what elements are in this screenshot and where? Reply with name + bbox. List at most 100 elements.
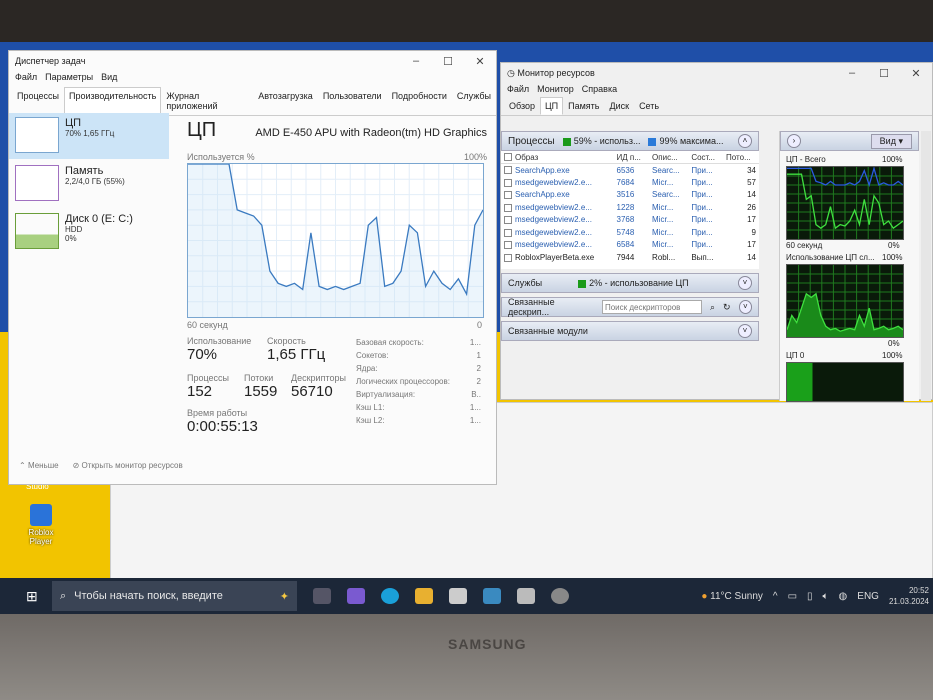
graph-min: 0% [888,339,900,348]
tab-memory[interactable]: Память [563,97,604,115]
tab-app-history[interactable]: Журнал приложений [161,87,253,115]
spec-row: Сокетов: 1 [356,349,481,362]
table-row[interactable]: msedgewebview2.e... 7684 Micr... При... 57 [501,176,759,189]
task-manager-taskbar-icon[interactable] [483,588,501,604]
maximize-button[interactable]: ☐ [868,67,900,80]
tab-network[interactable]: Сеть [634,97,664,115]
tab-overview[interactable]: Обзор [504,97,540,115]
sidebar-item-cpu[interactable]: ЦП 70% 1,65 ГГц [9,113,169,159]
table-row[interactable]: msedgewebview2.e... 6584 Micr... При... 17 [501,239,759,252]
sidebar-item-memory[interactable]: Память 2,2/4,0 ГБ (55%) [9,161,169,207]
processes-panel: Процессы 59% - использ... 99% максима...… [501,131,759,341]
resource-monitor-icon: ◷ [507,67,518,78]
tab-cpu[interactable]: ЦП [540,97,564,115]
column-header[interactable]: Образ [501,151,614,164]
graphs-header: › Вид ▾ [780,131,919,151]
row-checkbox[interactable] [504,191,512,200]
table-cell: 5748 [614,226,650,239]
tab-processes[interactable]: Процессы [12,87,64,115]
roblox-taskbar-icon[interactable] [517,588,535,604]
search-icon[interactable]: ⌕ [710,302,715,313]
globe-icon[interactable]: ◍ [839,591,848,602]
network-icon[interactable]: ▭ [788,591,797,602]
graphs-scrollbar[interactable] [921,131,931,401]
column-header[interactable]: Сост... [688,151,724,164]
footer: ⌃ Меньше ⊘ Открыть монитор ресурсов [19,461,183,470]
sidebar-item-label: Память [65,165,104,177]
menu-view[interactable]: Вид [101,72,117,82]
close-button[interactable]: ✕ [900,67,932,80]
menu-file[interactable]: Файл [507,84,529,94]
menu-help[interactable]: Справка [582,84,617,94]
volume-icon[interactable]: 🔈︎ [823,591,829,602]
open-resource-monitor-link[interactable]: ⊘ Открыть монитор ресурсов [73,461,183,470]
expand-graphs-icon[interactable]: › [787,134,801,148]
battery-icon[interactable]: ▯ [807,591,813,602]
open-resource-monitor-label: Открыть монитор ресурсов [81,461,183,470]
table-row[interactable]: msedgewebview2.e... 3768 Micr... При... 17 [501,214,759,227]
language-indicator[interactable]: ENG [857,591,879,602]
expand-icon[interactable]: ˅ [738,300,752,314]
row-checkbox[interactable] [504,203,512,212]
modules-header[interactable]: Связанные модули ˅ [501,321,759,341]
tab-services[interactable]: Службы [452,87,496,115]
row-checkbox[interactable] [504,166,512,175]
column-header[interactable]: Пото... [723,151,759,164]
screen: Studio Roblox Player Диспетчер задач – ☐ ✕… [0,42,933,614]
taskbar-search-box[interactable]: ⌕ Чтобы начать поиск, введите ✦ [52,581,297,611]
table-row[interactable]: RobloxPlayerBeta.exe 7944 Robl... Вып... 14 [501,251,759,264]
tab-users[interactable]: Пользователи [318,87,387,115]
weather-widget[interactable]: ● 11°C Sunny [701,591,763,602]
minimize-button[interactable]: – [836,67,868,80]
mail-icon[interactable] [449,588,467,604]
file-explorer-icon[interactable] [415,588,433,604]
tab-details[interactable]: Подробности [387,87,452,115]
collapse-icon[interactable]: ˄ [738,134,752,148]
table-row[interactable]: SearchApp.exe 3516 Searc... При... 14 [501,189,759,202]
tab-performance[interactable]: Производительность [64,87,162,115]
show-hidden-icons[interactable]: ^ [773,591,778,602]
menu-file[interactable]: Файл [15,72,37,82]
services-header[interactable]: Службы 2% - использование ЦП ˅ [501,273,759,293]
row-checkbox[interactable] [504,253,512,262]
close-button[interactable]: ✕ [464,55,496,68]
row-checkbox[interactable] [504,216,512,225]
title-bar: ◷ Монитор ресурсов – ☐ ✕ [501,63,932,83]
column-header[interactable]: ИД п... [613,151,650,164]
clock[interactable]: 20:52 21.03.2024 [889,585,929,607]
handles-header[interactable]: Связанные дескрип... ⌕ ↻ ˅ [501,297,759,317]
row-checkbox[interactable] [504,241,512,250]
view-dropdown[interactable]: Вид ▾ [870,133,912,149]
minimize-button[interactable]: – [400,55,432,68]
handles-search-input[interactable] [601,300,702,314]
fewer-details-button[interactable]: ⌃ Меньше [19,461,59,470]
column-header[interactable]: Опис... [649,151,689,164]
row-checkbox[interactable] [504,228,512,237]
table-cell: 17 [723,214,759,227]
processes-header[interactable]: Процессы 59% - использ... 99% максима...… [501,131,759,151]
expand-icon[interactable]: ˅ [738,324,752,338]
menu-options[interactable]: Параметры [45,72,93,82]
threads-value: 1559 [244,383,278,400]
desktop-icon-roblox-player[interactable]: Roblox Player [24,504,58,546]
refresh-icon[interactable]: ↻ [723,302,731,313]
tab-startup[interactable]: Автозагрузка [253,87,318,115]
task-view-icon[interactable] [313,588,331,604]
menu-monitor[interactable]: Монитор [537,84,574,94]
tab-disk[interactable]: Диск [605,97,635,115]
row-checkbox[interactable] [504,178,512,187]
cell-text: 7684 [616,177,635,187]
tab-bar: Процессы Производительность Журнал прило… [9,87,496,116]
edge-icon[interactable] [381,588,399,604]
maximize-button[interactable]: ☐ [432,55,464,68]
table-row[interactable]: msedgewebview2.e... 1228 Micr... При... 26 [501,201,759,214]
resource-monitor-taskbar-icon[interactable] [551,588,569,604]
start-button[interactable]: ⊞ [26,588,38,605]
expand-icon[interactable]: ˅ [738,276,752,290]
copilot-icon[interactable] [347,588,365,604]
graph-max: 100% [464,152,488,162]
system-tray: ● 11°C Sunny ^ ▭ ▯ 🔈︎ ◍ ENG 20:52 21.03.2… [701,585,933,607]
table-row[interactable]: msedgewebview2.e... 5748 Micr... При... 9 [501,226,759,239]
table-row[interactable]: SearchApp.exe 6536 Searc... При... 34 [501,164,759,177]
sidebar-item-disk[interactable]: Диск 0 (E: C:) HDD 0% [9,209,169,255]
